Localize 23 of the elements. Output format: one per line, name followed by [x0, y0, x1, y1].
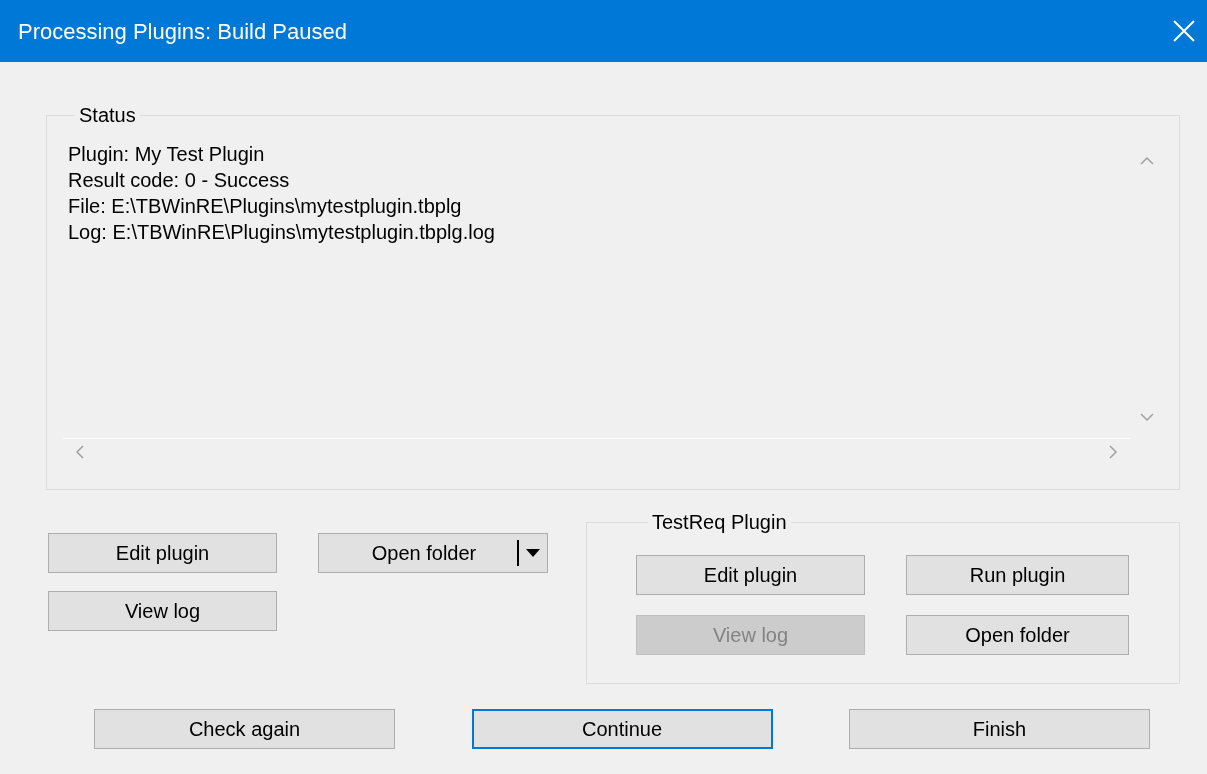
dropdown-arrow-icon[interactable]	[526, 549, 540, 557]
button[interactable]: Continue	[471, 709, 773, 749]
scroll-left-icon[interactable]	[75, 445, 84, 459]
group-label: TestReq Plugin	[651, 510, 788, 534]
button[interactable]: Open folder	[906, 615, 1129, 655]
status-text-area[interactable]: Plugin: My Test Plugin Result code: 0 - Success File: E:\TBWinRE\Plugins\mytestplugin.tbplg Log: E:\TBWinRE\Plugins\mytestplugin.tbplg.log	[63, 140, 1163, 465]
status-line: Plugin: My Test Plugin	[68, 142, 265, 167]
window-title: Processing Plugins: Build Paused	[18, 17, 347, 46]
status-line: Result code: 0 - Success	[68, 168, 290, 193]
status-line: File: E:\TBWinRE\Plugins\mytestplugin.tbplg	[68, 194, 462, 219]
close-icon[interactable]	[1173, 20, 1195, 42]
button[interactable]: Edit plugin	[48, 533, 277, 573]
status-line: Log: E:\TBWinRE\Plugins\mytestplugin.tbplg.log	[68, 220, 495, 245]
split-button[interactable]: Open folder	[318, 533, 548, 573]
scroll-right-icon[interactable]	[1109, 445, 1118, 459]
button[interactable]: View log	[48, 591, 277, 631]
button[interactable]: Run plugin	[906, 555, 1129, 595]
button[interactable]: Check again	[94, 709, 395, 749]
scroll-down-icon[interactable]	[1139, 413, 1154, 422]
button[interactable]: Finish	[849, 709, 1150, 749]
scroll-up-icon[interactable]	[1139, 156, 1154, 165]
button[interactable]: Edit plugin	[636, 555, 865, 595]
group-label: Status	[78, 103, 137, 127]
